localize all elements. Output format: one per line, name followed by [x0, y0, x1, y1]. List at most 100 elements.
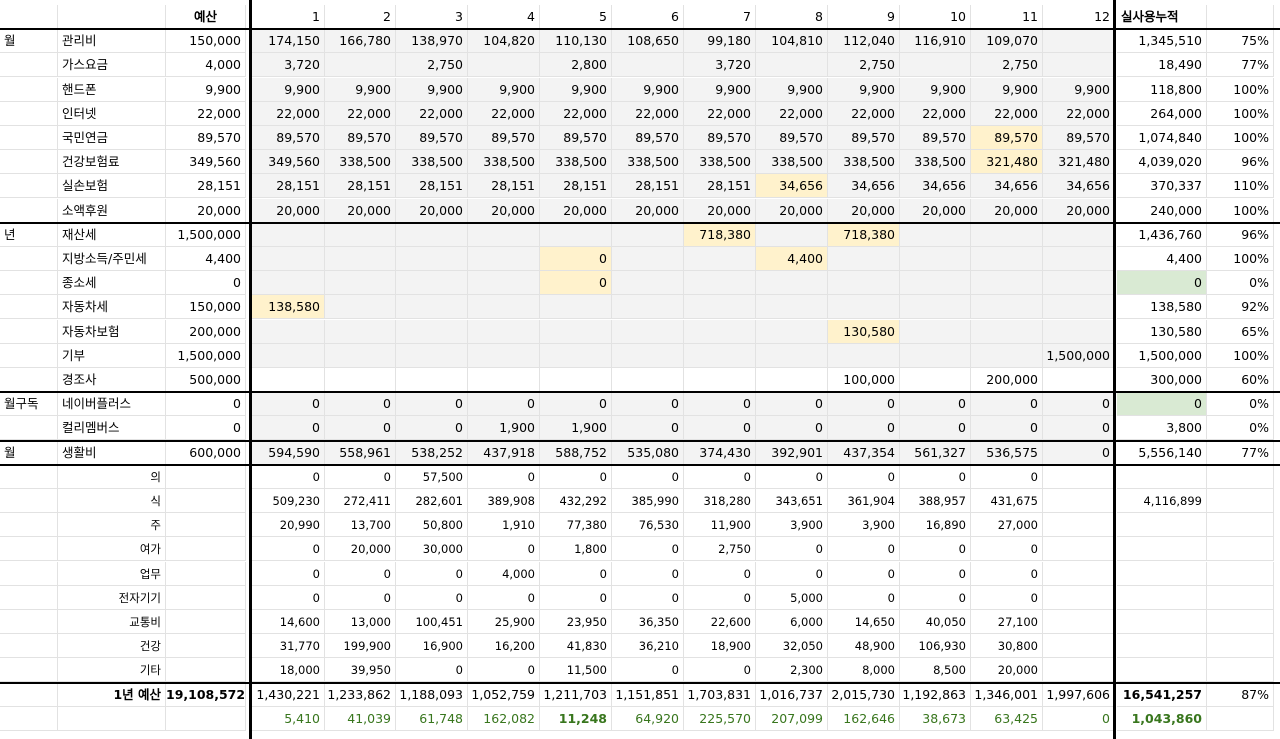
- item-name[interactable]: 기부: [58, 343, 166, 368]
- month-value[interactable]: 9,900: [756, 77, 828, 102]
- subcategory-value[interactable]: 16,890: [900, 513, 971, 538]
- month-value[interactable]: 89,570: [612, 126, 684, 150]
- month-value[interactable]: 1,500,000: [1043, 343, 1115, 368]
- cumulative-value[interactable]: 0: [1117, 271, 1207, 296]
- cumulative-value[interactable]: 4,116,899: [1117, 489, 1207, 513]
- month-value[interactable]: 0: [252, 416, 325, 441]
- percent-value[interactable]: 100%: [1207, 101, 1274, 126]
- group-label[interactable]: [0, 247, 58, 271]
- month-value[interactable]: [325, 295, 396, 320]
- month-value[interactable]: 0: [252, 392, 325, 417]
- month-value[interactable]: [1043, 247, 1115, 271]
- subcategory-value[interactable]: 23,950: [540, 610, 612, 634]
- cumulative-value[interactable]: 1,436,760: [1117, 222, 1207, 247]
- month-value[interactable]: [396, 343, 468, 368]
- month-value[interactable]: 0: [756, 392, 828, 417]
- month-value[interactable]: 22,000: [325, 101, 396, 126]
- group-label[interactable]: [0, 585, 58, 610]
- month-value[interactable]: 338,500: [684, 150, 756, 175]
- month-value[interactable]: 9,900: [396, 77, 468, 102]
- group-label[interactable]: [0, 343, 58, 368]
- month-value[interactable]: 28,151: [540, 174, 612, 199]
- month-value[interactable]: 22,000: [612, 101, 684, 126]
- month-value[interactable]: 22,000: [828, 101, 900, 126]
- month-value[interactable]: [468, 247, 540, 271]
- subcategory-value[interactable]: 0: [612, 658, 684, 683]
- subcategory-label[interactable]: 의: [58, 464, 166, 489]
- month-value[interactable]: 561,327: [900, 440, 971, 465]
- month-value[interactable]: 22,000: [684, 101, 756, 126]
- total-percent[interactable]: 87%: [1207, 682, 1274, 707]
- month-value[interactable]: 28,151: [612, 174, 684, 199]
- month-value[interactable]: [828, 247, 900, 271]
- month-value[interactable]: 558,961: [325, 440, 396, 465]
- month-value[interactable]: [971, 295, 1043, 320]
- month-value[interactable]: 338,500: [612, 150, 684, 175]
- month-value[interactable]: 9,900: [612, 77, 684, 102]
- header-cell-empty[interactable]: [58, 5, 166, 29]
- month-value[interactable]: [252, 247, 325, 271]
- month-value[interactable]: 20,000: [540, 198, 612, 223]
- percent-value[interactable]: [1207, 464, 1274, 489]
- percent-value[interactable]: [1207, 537, 1274, 562]
- budget-value[interactable]: 600,000: [166, 440, 246, 465]
- cumulative-value[interactable]: [1117, 585, 1207, 610]
- group-label[interactable]: [0, 464, 58, 489]
- group-label[interactable]: [0, 513, 58, 538]
- header-month[interactable]: 6: [612, 5, 684, 29]
- month-value[interactable]: 99,180: [684, 29, 756, 54]
- percent-value[interactable]: 100%: [1207, 77, 1274, 102]
- subcategory-value[interactable]: 16,200: [468, 634, 540, 659]
- group-label[interactable]: [0, 682, 58, 707]
- subcategory-value[interactable]: 0: [828, 561, 900, 586]
- subcategory-value[interactable]: 0: [325, 585, 396, 610]
- subcategory-value[interactable]: 0: [828, 585, 900, 610]
- percent-value[interactable]: [1207, 610, 1274, 634]
- subcategory-value[interactable]: 0: [900, 537, 971, 562]
- month-value[interactable]: 104,820: [468, 29, 540, 54]
- subcategory-value[interactable]: 5,000: [756, 585, 828, 610]
- budget-value[interactable]: 20,000: [166, 198, 246, 223]
- group-label[interactable]: [0, 101, 58, 126]
- spreadsheet-grid[interactable]: 예산 1 2 3 4 5 6 7 8 9 10 11 12 실사용누적 월 관리비 150,000 174,150…: [0, 0, 1280, 739]
- cumulative-value[interactable]: 130,580: [1117, 319, 1207, 344]
- month-value[interactable]: [468, 368, 540, 392]
- diff-cumulative[interactable]: 1,043,860: [1117, 706, 1207, 731]
- month-value[interactable]: [540, 295, 612, 320]
- subcategory-value[interactable]: 14,650: [828, 610, 900, 634]
- month-value[interactable]: 338,500: [900, 150, 971, 175]
- subcategory-value[interactable]: 0: [756, 561, 828, 586]
- month-value[interactable]: 0: [540, 392, 612, 417]
- month-value[interactable]: [396, 247, 468, 271]
- subcategory-value[interactable]: 4,000: [468, 561, 540, 586]
- month-value[interactable]: 34,656: [1043, 174, 1115, 199]
- cumulative-value[interactable]: 300,000: [1117, 368, 1207, 392]
- month-value[interactable]: 374,430: [684, 440, 756, 465]
- subcategory-value[interactable]: 388,957: [900, 489, 971, 513]
- month-value[interactable]: [900, 247, 971, 271]
- month-value[interactable]: [468, 53, 540, 78]
- group-label[interactable]: [0, 198, 58, 223]
- subcategory-value[interactable]: 0: [612, 537, 684, 562]
- header-budget[interactable]: 예산: [166, 5, 246, 29]
- budget-value[interactable]: [166, 658, 246, 683]
- subcategory-value[interactable]: 0: [900, 561, 971, 586]
- month-value[interactable]: 22,000: [252, 101, 325, 126]
- month-value[interactable]: 3,720: [252, 53, 325, 78]
- subcategory-value[interactable]: 0: [971, 537, 1043, 562]
- header-month[interactable]: 7: [684, 5, 756, 29]
- subcategory-value[interactable]: [1043, 610, 1115, 634]
- subcategory-value[interactable]: 0: [684, 585, 756, 610]
- diff-month[interactable]: 0: [1043, 706, 1115, 731]
- cumulative-value[interactable]: [1117, 537, 1207, 562]
- subcategory-value[interactable]: 0: [684, 658, 756, 683]
- month-value[interactable]: 20,000: [396, 198, 468, 223]
- month-value[interactable]: [1043, 222, 1115, 247]
- header-cumulative[interactable]: 실사용누적: [1117, 5, 1207, 29]
- month-value[interactable]: 1,900: [540, 416, 612, 441]
- subcategory-value[interactable]: 0: [252, 464, 325, 489]
- subcategory-value[interactable]: 22,600: [684, 610, 756, 634]
- month-value[interactable]: 338,500: [468, 150, 540, 175]
- month-value[interactable]: [468, 295, 540, 320]
- subcategory-value[interactable]: [1043, 561, 1115, 586]
